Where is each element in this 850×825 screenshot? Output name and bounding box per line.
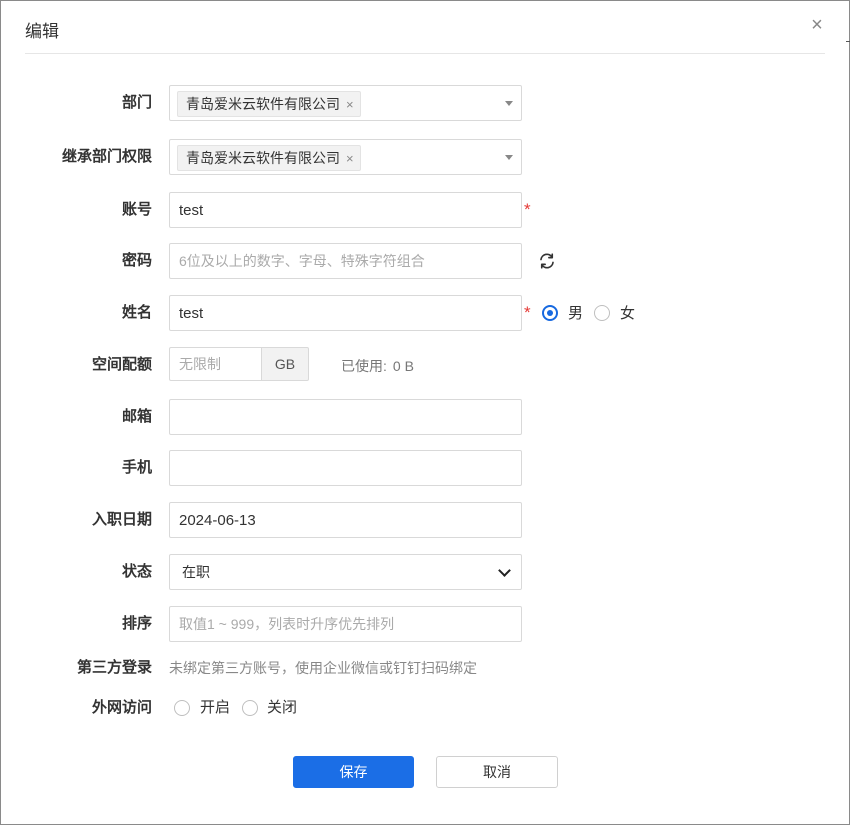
row-quota: 空间配额 GB 已使用: 0 B xyxy=(1,347,849,383)
inherit-permission-tag: 青岛爱米云软件有限公司 × xyxy=(177,145,361,171)
save-button[interactable]: 保存 xyxy=(293,756,414,788)
chevron-down-icon xyxy=(498,564,511,577)
status-label: 状态 xyxy=(121,563,152,580)
password-label: 密码 xyxy=(121,252,152,269)
caret-down-icon[interactable] xyxy=(505,101,513,106)
status-select[interactable]: 在职 xyxy=(169,554,522,590)
password-input[interactable] xyxy=(169,243,522,279)
department-tag-label: 青岛爱米云软件有限公司 xyxy=(186,96,340,112)
row-account: 账号 * xyxy=(1,192,849,228)
quota-used-label: 已使用: xyxy=(341,358,387,374)
hire-date-label: 入职日期 xyxy=(91,511,152,528)
row-hire-date: 入职日期 xyxy=(1,502,849,538)
phone-input[interactable] xyxy=(169,450,522,486)
third-party-hint: 未绑定第三方账号，使用企业微信或钉钉扫码绑定 xyxy=(169,660,477,676)
caret-down-icon[interactable] xyxy=(505,155,513,160)
external-access-label-on: 开启 xyxy=(200,699,231,716)
cancel-button[interactable]: 取消 xyxy=(436,756,558,788)
account-input[interactable] xyxy=(169,192,522,228)
gender-radio-female[interactable] xyxy=(594,305,610,321)
quota-unit: GB xyxy=(261,347,309,381)
inherit-permission-tag-label: 青岛爱米云软件有限公司 xyxy=(186,150,340,166)
quota-input[interactable] xyxy=(169,347,261,381)
sort-input[interactable] xyxy=(169,606,522,642)
department-tag: 青岛爱米云软件有限公司 × xyxy=(177,91,361,117)
row-external-access: 外网访问 开启 关闭 xyxy=(1,690,849,726)
gender-label-male: 男 xyxy=(568,305,584,322)
quota-used: 已使用: 0 B xyxy=(341,347,414,385)
row-password: 密码 xyxy=(1,243,849,279)
account-label: 账号 xyxy=(121,201,152,218)
row-name: 姓名 * 男 女 xyxy=(1,295,849,331)
email-input[interactable] xyxy=(169,399,522,435)
department-label: 部门 xyxy=(121,94,152,111)
inherit-permission-label: 继承部门权限 xyxy=(61,148,152,165)
edit-dialog: 编辑 × 部门 青岛爱米云软件有限公司 × 继承部门权限 青岛爱米云软件有限公司 ×… xyxy=(0,0,850,825)
inherit-permission-select[interactable]: 青岛爱米云软件有限公司 × xyxy=(169,139,522,175)
row-status: 状态 在职 xyxy=(1,554,849,590)
external-access-radio-off[interactable] xyxy=(242,700,258,716)
phone-label: 手机 xyxy=(121,459,152,476)
scroll-indicator xyxy=(846,41,850,42)
row-third-party: 第三方登录 未绑定第三方账号，使用企业微信或钉钉扫码绑定 xyxy=(1,650,849,686)
quota-label: 空间配额 xyxy=(91,356,152,373)
name-label: 姓名 xyxy=(121,304,152,321)
tag-remove-icon[interactable]: × xyxy=(346,97,354,112)
third-party-label: 第三方登录 xyxy=(76,659,152,676)
dialog-title: 编辑 xyxy=(25,22,59,41)
row-department: 部门 青岛爱米云软件有限公司 × xyxy=(1,85,849,121)
row-email: 邮箱 xyxy=(1,399,849,435)
header-divider xyxy=(25,53,825,54)
tag-remove-icon[interactable]: × xyxy=(346,151,354,166)
department-select[interactable]: 青岛爱米云软件有限公司 × xyxy=(169,85,522,121)
name-input[interactable] xyxy=(169,295,522,331)
gender-label-female: 女 xyxy=(620,305,636,322)
hire-date-input[interactable] xyxy=(169,502,522,538)
row-phone: 手机 xyxy=(1,450,849,486)
sort-label: 排序 xyxy=(121,615,152,632)
gender-radio-male[interactable] xyxy=(542,305,558,321)
required-mark: * xyxy=(524,200,531,219)
external-access-label-off: 关闭 xyxy=(267,699,298,716)
external-access-label: 外网访问 xyxy=(91,699,152,716)
quota-used-value: 0 B xyxy=(392,358,414,374)
refresh-icon[interactable] xyxy=(538,252,556,270)
row-sort: 排序 xyxy=(1,606,849,642)
required-mark: * xyxy=(524,303,531,322)
external-access-radio-on[interactable] xyxy=(174,700,190,716)
status-value: 在职 xyxy=(182,564,210,580)
row-inherit-permission: 继承部门权限 青岛爱米云软件有限公司 × xyxy=(1,139,849,175)
email-label: 邮箱 xyxy=(121,408,152,425)
close-icon[interactable]: × xyxy=(807,15,827,35)
